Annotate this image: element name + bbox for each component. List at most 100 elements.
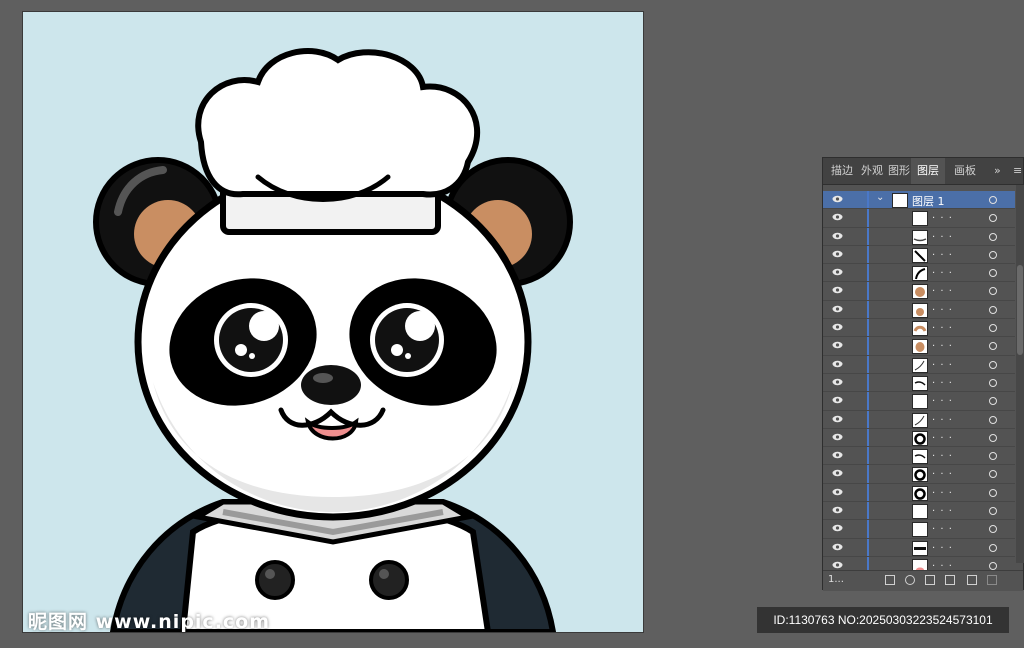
sublayer-name[interactable]: . . . [932,393,953,404]
tab-stroke[interactable]: 描边 [827,158,857,184]
sublayer-name[interactable]: . . . [932,540,953,551]
eye-icon[interactable] [832,286,843,294]
eye-icon[interactable] [832,561,843,569]
layer-row[interactable]: . . . [823,483,1015,503]
sublayer-name[interactable]: . . . [932,521,953,532]
scrollbar-thumb[interactable] [1017,265,1023,355]
layer-name[interactable]: 图层 1 [912,193,945,209]
layer-row[interactable]: . . . [823,392,1015,411]
layer-row[interactable]: . . . [823,227,1015,246]
eye-icon[interactable] [832,415,843,423]
sublayer-name[interactable]: . . . [932,430,953,441]
sublayer-name[interactable]: . . . [932,265,953,276]
target-circle-icon[interactable] [989,232,997,241]
eye-icon[interactable] [832,488,843,496]
target-circle-icon[interactable] [989,452,997,461]
target-circle-icon[interactable] [989,470,997,479]
layer-row[interactable]: . . . [823,337,1015,356]
eye-icon[interactable] [832,268,843,276]
target-circle-icon[interactable] [989,196,997,204]
layer-row[interactable]: . . . [823,355,1015,374]
trash-icon[interactable] [987,575,997,585]
layer-row[interactable]: . . . [823,300,1015,320]
search-icon[interactable] [905,575,915,585]
target-circle-icon[interactable] [989,342,997,351]
sublayer-name[interactable]: . . . [932,503,953,514]
eye-icon[interactable] [832,433,843,441]
sublayer-name[interactable]: . . . [932,375,953,386]
sublayer-name[interactable]: . . . [932,247,953,258]
target-circle-icon[interactable] [989,561,997,570]
target-circle-icon[interactable] [989,305,997,314]
double-chevron-right-icon[interactable]: » [994,158,1001,184]
tab-layers[interactable]: 图层 [911,158,945,184]
layer-row-parent[interactable]: ⌄ 图层 1 [823,191,1015,210]
eye-icon[interactable] [832,396,843,404]
eye-icon[interactable] [832,323,843,331]
export-icon[interactable] [885,575,895,585]
eye-icon[interactable] [832,378,843,386]
sublayer-name[interactable]: . . . [932,283,953,294]
sublayer-name[interactable]: . . . [932,210,953,221]
eye-icon[interactable] [832,524,843,532]
eye-icon[interactable] [832,213,843,221]
sublayer-name[interactable]: . . . [932,338,953,349]
target-circle-icon[interactable] [989,415,997,424]
layer-row[interactable]: . . . [823,428,1015,448]
eye-icon[interactable] [832,469,843,477]
tab-appearance[interactable]: 外观 [857,158,887,184]
tab-graphic-styles[interactable]: 图形 [887,158,911,184]
layer-row[interactable]: . . . [823,209,1015,228]
sublayer-name[interactable]: . . . [932,448,953,459]
layer-row[interactable]: . . . [823,373,1015,393]
layer-row[interactable]: . . . [823,502,1015,521]
sublayer-name[interactable]: . . . [932,558,953,569]
artboard[interactable] [23,12,643,632]
clipping-mask-icon[interactable] [925,575,935,585]
eye-icon[interactable] [832,305,843,313]
layer-row[interactable]: . . . [823,520,1015,539]
panel-scrollbar[interactable] [1016,185,1024,563]
target-circle-icon[interactable] [989,269,997,278]
eye-icon[interactable] [832,232,843,240]
sublayer-name[interactable]: . . . [932,320,953,331]
target-circle-icon[interactable] [989,214,997,223]
sublayer-name[interactable]: . . . [932,302,953,313]
sublayer-name[interactable]: . . . [932,412,953,423]
target-circle-icon[interactable] [989,543,997,552]
sublayer-name[interactable]: . . . [932,466,953,477]
layer-row[interactable]: . . . [823,282,1015,301]
panel-menu-icon[interactable]: ≡ [1013,158,1022,184]
target-circle-icon[interactable] [989,250,997,259]
layer-row[interactable]: . . . [823,319,1015,338]
layer-row[interactable]: . . . [823,245,1015,265]
eye-icon[interactable] [832,250,843,258]
target-circle-icon[interactable] [989,324,997,333]
target-circle-icon[interactable] [989,507,997,516]
target-circle-icon[interactable] [989,525,997,534]
layer-row[interactable]: . . . [823,538,1015,557]
layer-row[interactable]: . . . [823,465,1015,484]
eye-icon[interactable] [832,360,843,368]
target-circle-icon[interactable] [989,378,997,387]
target-circle-icon[interactable] [989,397,997,406]
eye-icon[interactable] [832,451,843,459]
target-circle-icon[interactable] [989,488,997,497]
eye-icon[interactable] [832,341,843,349]
eye-icon[interactable] [832,506,843,514]
chevron-down-icon[interactable]: ⌄ [876,192,884,203]
sublayer-name[interactable]: . . . [932,485,953,496]
layer-row[interactable]: . . . [823,447,1015,466]
target-circle-icon[interactable] [989,433,997,442]
eye-icon[interactable] [832,543,843,551]
target-circle-icon[interactable] [989,287,997,296]
layer-row[interactable]: . . . [823,264,1015,283]
eye-icon[interactable] [832,195,843,203]
sublayer-name[interactable]: . . . [932,357,953,368]
sublayer-name[interactable]: . . . [932,229,953,240]
target-circle-icon[interactable] [989,360,997,369]
new-layer-icon[interactable] [967,575,977,585]
new-sublayer-icon[interactable] [945,575,955,585]
layer-row[interactable]: . . . [823,410,1015,429]
tab-artboards[interactable]: 画板 [950,158,980,184]
